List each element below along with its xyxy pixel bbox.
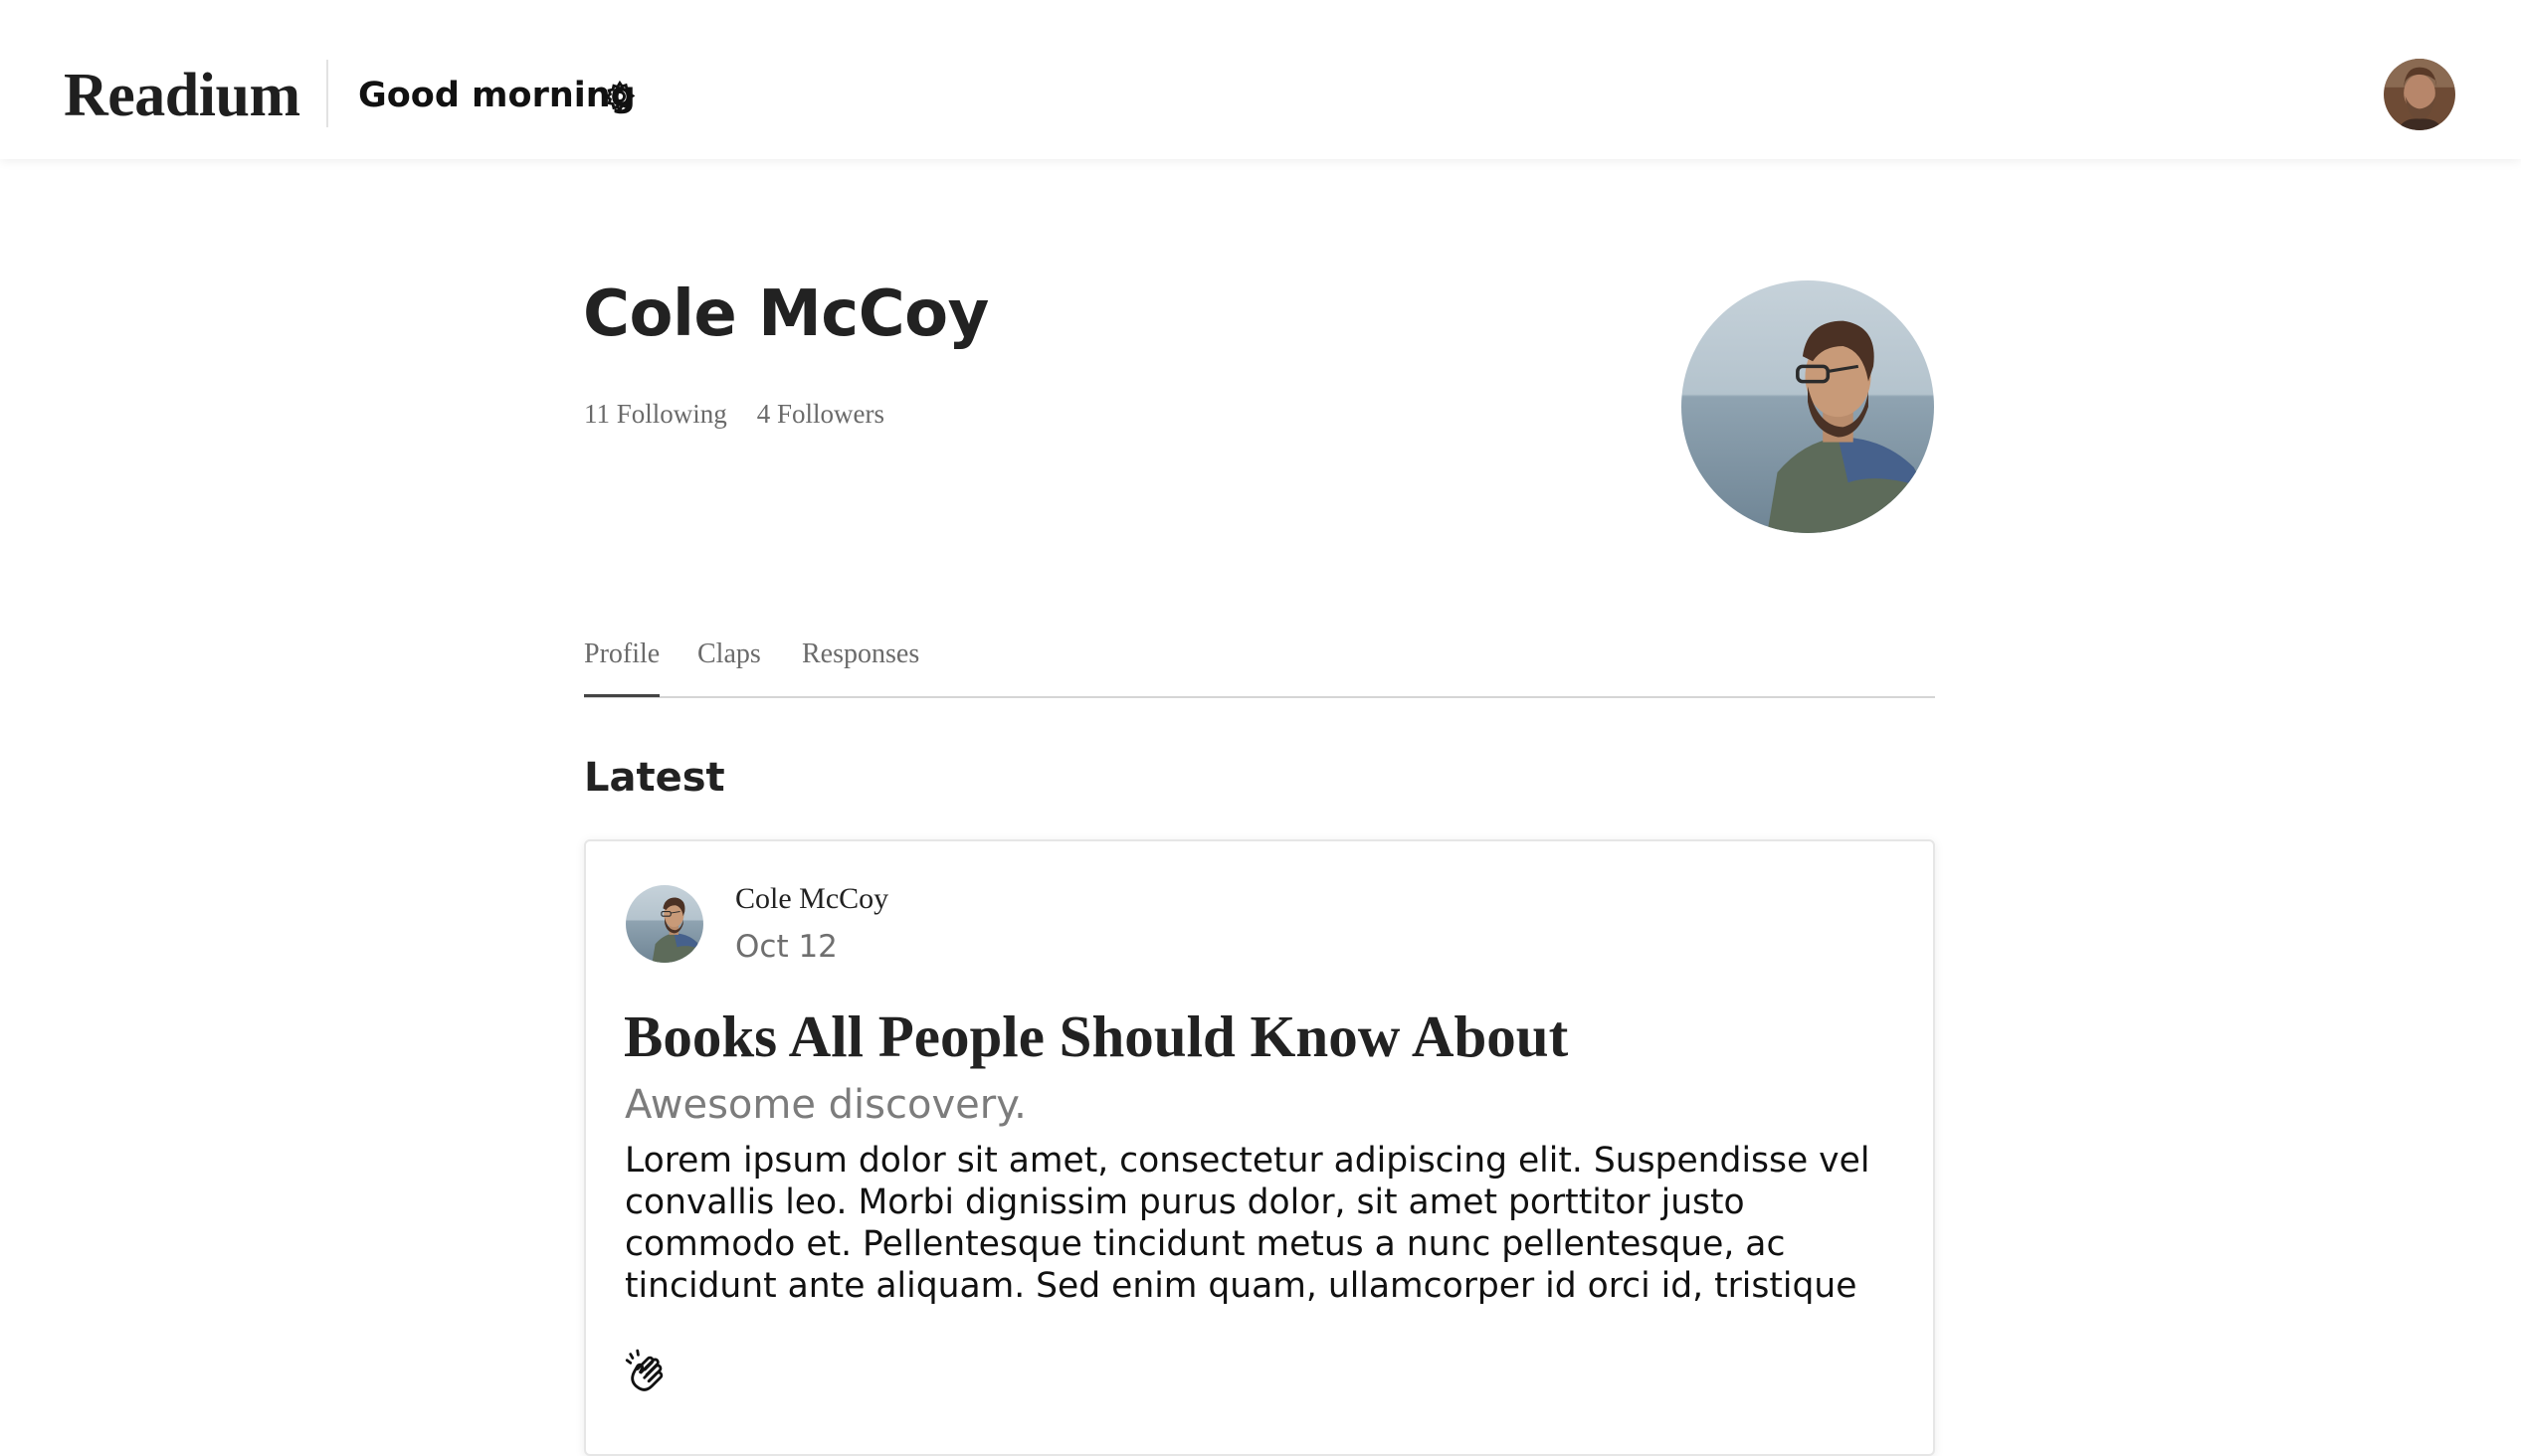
followers-count[interactable]: 4 Followers [757,399,884,429]
post-date: Oct 12 [735,929,838,965]
tab-responses[interactable]: Responses [802,637,919,672]
top-navigation-bar: Readium Good morning [0,0,2521,159]
user-avatar[interactable] [2384,59,2455,130]
nav-divider [326,60,328,127]
profile-tabs: Profile Claps Responses [584,637,1935,698]
section-title-latest: Latest [584,755,725,801]
post-subtitle: Awesome discovery. [625,1082,1027,1128]
post-author[interactable]: Cole McCoy [735,879,888,919]
greeting-text: Good morning [358,76,636,115]
brand-logo[interactable]: Readium [64,58,300,133]
post-title[interactable]: Books All People Should Know About [624,1001,1568,1072]
post-excerpt: Lorem ipsum dolor sit amet, consectetur … [625,1141,1870,1306]
clap-icon[interactable] [622,1345,678,1400]
gear-icon[interactable] [603,80,637,113]
post-card[interactable]: Cole McCoy Oct 12 Books All People Shoul… [584,839,1935,1456]
active-tab-indicator [584,694,660,697]
profile-photo [1681,280,1934,533]
tab-profile[interactable]: Profile [584,637,660,672]
tab-claps[interactable]: Claps [697,637,761,672]
following-count[interactable]: 11 Following [584,399,727,429]
profile-stats: 11 Following 4 Followers [584,396,884,432]
profile-name: Cole McCoy [583,277,989,351]
author-avatar[interactable] [626,885,703,963]
